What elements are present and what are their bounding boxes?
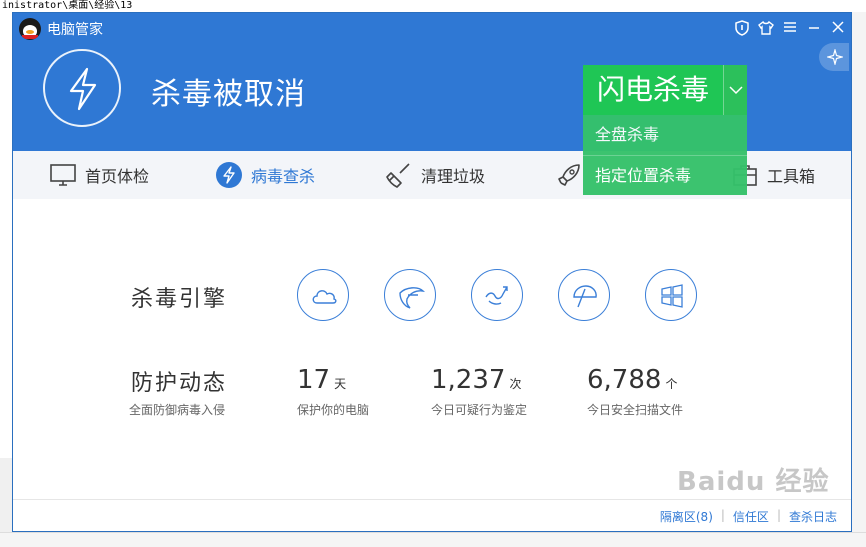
scan-options-dropdown: 全盘杀毒 指定位置杀毒 xyxy=(583,115,747,195)
title-bar[interactable]: 电脑管家 xyxy=(13,13,851,43)
monitor-icon xyxy=(49,161,77,189)
nav-label: 病毒查杀 xyxy=(251,167,316,186)
stat-unit: 天 xyxy=(334,377,347,391)
stat-unit: 次 xyxy=(509,377,522,391)
engine-label: 杀毒引擎 xyxy=(131,287,228,312)
chevron-down-icon xyxy=(729,86,743,95)
status-bolt-icon xyxy=(43,49,121,127)
windows-icon xyxy=(645,269,697,321)
close-icon[interactable] xyxy=(829,19,847,37)
pc-manager-window: 电脑管家 杀毒被取消 闪电杀毒 首页体检 病毒查杀 清理垃圾 工具箱 全盘杀毒 … xyxy=(12,12,852,532)
baidu-watermark: Baidu 经验 xyxy=(677,467,830,497)
stat-caption: 今日安全扫描文件 xyxy=(587,403,684,417)
nav-label: 工具箱 xyxy=(767,167,816,186)
broom-icon xyxy=(385,161,413,189)
nav-home-checkup[interactable]: 首页体检 xyxy=(49,151,149,199)
menu-icon[interactable] xyxy=(781,19,799,37)
stat-caption: 今日可疑行为鉴定 xyxy=(431,403,528,417)
stat-days-protected: 17 天 保护你的电脑 xyxy=(297,365,369,418)
trust-zone-link[interactable]: 信任区 xyxy=(733,508,769,525)
shield-icon[interactable] xyxy=(733,19,751,37)
eagle-icon xyxy=(384,269,436,321)
tshirt-icon[interactable] xyxy=(757,19,775,37)
nav-clean-junk[interactable]: 清理垃圾 xyxy=(385,151,485,199)
stat-number: 1,237 xyxy=(431,365,506,395)
footer-separator: | xyxy=(776,508,781,522)
scan-dropdown-toggle[interactable] xyxy=(723,65,747,115)
stat-number: 17 xyxy=(297,365,331,395)
file-path-bar: inistrator\桌面\经验\13 xyxy=(2,0,133,11)
umbrella-icon xyxy=(558,269,610,321)
hand-arrow-icon xyxy=(471,269,523,321)
desktop-background xyxy=(852,12,866,546)
sparkle-icon[interactable] xyxy=(819,43,849,71)
stat-number: 6,788 xyxy=(587,365,662,395)
stat-scanned-files: 6,788 个 今日安全扫描文件 xyxy=(587,365,683,418)
flash-scan-button[interactable]: 闪电杀毒 xyxy=(583,65,723,115)
penguin-logo-icon xyxy=(19,18,41,40)
scan-log-link[interactable]: 查杀日志 xyxy=(789,508,837,525)
quarantine-link[interactable]: 隔离区(8) xyxy=(660,508,713,525)
protection-title: 防护动态 xyxy=(131,371,228,396)
footer-links: 隔离区(8) | 信任区 | 查杀日志 xyxy=(660,508,837,525)
title-bar-controls xyxy=(733,19,847,37)
minimize-icon[interactable] xyxy=(805,19,823,37)
nav-virus-scan[interactable]: 病毒查杀 xyxy=(215,151,315,199)
stat-suspicious-behaviors: 1,237 次 今日可疑行为鉴定 xyxy=(431,365,527,418)
rocket-icon xyxy=(555,161,583,189)
app-title: 电脑管家 xyxy=(47,22,103,38)
nav-label: 首页体检 xyxy=(85,167,150,186)
footer-divider xyxy=(13,499,851,500)
cloud-icon xyxy=(297,269,349,321)
stat-unit: 个 xyxy=(665,377,678,391)
footer-separator: | xyxy=(720,508,725,522)
nav-label: 清理垃圾 xyxy=(421,167,486,186)
status-title: 杀毒被取消 xyxy=(151,77,306,112)
bolt-icon xyxy=(215,161,243,189)
desktop-taskbar-strip xyxy=(0,532,866,547)
stat-caption: 保护你的电脑 xyxy=(297,403,370,417)
full-scan-option[interactable]: 全盘杀毒 xyxy=(583,115,747,156)
nav-speedup[interactable] xyxy=(555,151,583,199)
protection-subtitle: 全面防御病毒入侵 xyxy=(129,403,226,417)
custom-location-scan-option[interactable]: 指定位置杀毒 xyxy=(583,156,747,196)
